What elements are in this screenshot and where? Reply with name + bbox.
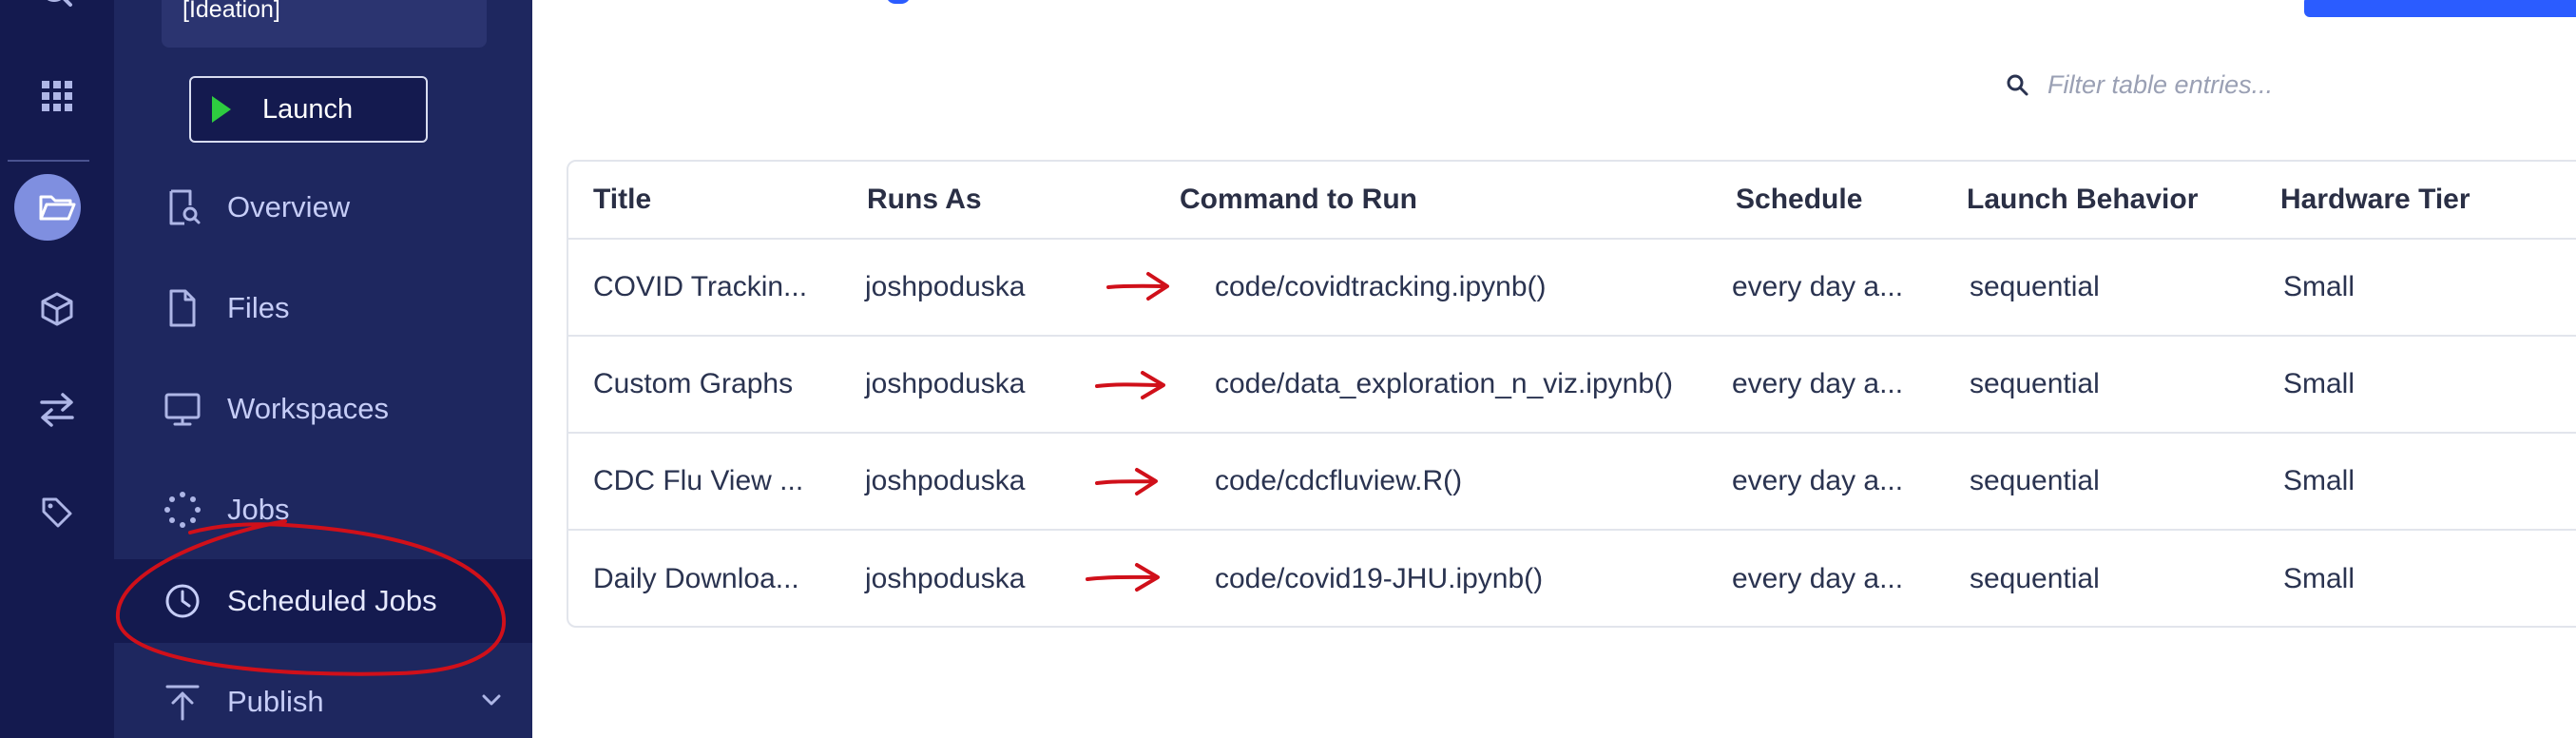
sidebar-item-label: Publish — [227, 685, 324, 718]
file-icon — [169, 289, 196, 327]
table-header-row: Title Runs As Command to Run Schedule La… — [568, 162, 2576, 240]
cell-launch-behavior: sequential — [1970, 465, 2100, 496]
sidebar-item-files[interactable]: Files — [114, 266, 532, 350]
table-row[interactable]: COVID Trackin... joshpoduska code/covidt… — [568, 240, 2576, 337]
page-title-fragment — [886, 0, 911, 4]
sidebar-item-workspaces[interactable]: Workspaces — [114, 367, 532, 451]
cell-runs-as: joshpoduska — [865, 563, 1026, 594]
cell-hardware-tier: Small — [2283, 368, 2355, 399]
cell-schedule: every day a... — [1732, 368, 1904, 399]
table-row[interactable]: Daily Downloa... joshpoduska code/covid1… — [568, 531, 2576, 628]
sidebar-item-label: Jobs — [227, 493, 290, 526]
cube-icon[interactable] — [0, 291, 114, 327]
search-icon[interactable] — [0, 0, 114, 15]
tag-icon[interactable] — [0, 496, 114, 529]
project-selector[interactable]: [Ideation] — [162, 0, 487, 48]
cell-hardware-tier: Small — [2283, 465, 2355, 496]
cell-title[interactable]: COVID Trackin... — [593, 240, 807, 335]
clock-icon — [165, 584, 200, 618]
sidebar-item-label: Workspaces — [227, 392, 389, 425]
sidebar-item-label: Files — [227, 291, 290, 324]
table-row[interactable]: Custom Graphs joshpoduska code/data_expl… — [568, 337, 2576, 434]
overview-icon — [169, 189, 201, 225]
column-header-runs-as[interactable]: Runs As — [867, 162, 982, 238]
sidebar-item-jobs[interactable]: Jobs — [114, 468, 532, 552]
sidebar-item-label: Scheduled Jobs — [227, 584, 437, 617]
column-header-title[interactable]: Title — [593, 162, 651, 238]
primary-action-button[interactable] — [2304, 0, 2576, 17]
cell-title[interactable]: Custom Graphs — [593, 337, 793, 432]
cell-launch-behavior: sequential — [1970, 368, 2100, 399]
main-content: Filter table entries... Title Runs As Co… — [532, 0, 2576, 738]
cell-hardware-tier: Small — [2283, 271, 2355, 302]
cell-hardware-tier: Small — [2283, 563, 2355, 594]
filter-input[interactable]: Filter table entries... — [2047, 70, 2273, 100]
column-header-schedule[interactable]: Schedule — [1736, 162, 1862, 238]
cell-title[interactable]: Daily Downloa... — [593, 531, 799, 628]
rail-divider — [8, 160, 89, 162]
scheduled-jobs-table: Title Runs As Command to Run Schedule La… — [567, 160, 2576, 628]
apps-grid-icon[interactable] — [0, 80, 114, 112]
cell-schedule: every day a... — [1732, 563, 1904, 594]
folder-open-icon[interactable] — [0, 192, 114, 223]
upload-icon — [165, 685, 200, 721]
sidebar-item-publish[interactable]: Publish — [114, 660, 532, 738]
transfer-arrows-icon[interactable] — [0, 392, 114, 428]
sidebar-item-overview[interactable]: Overview — [114, 165, 532, 249]
cell-runs-as: joshpoduska — [865, 271, 1026, 302]
table-row[interactable]: CDC Flu View ... joshpoduska code/cdcflu… — [568, 434, 2576, 531]
sidebar-item-label: Overview — [227, 190, 351, 223]
project-name: [Ideation] — [183, 0, 280, 23]
column-header-launch-behavior[interactable]: Launch Behavior — [1967, 162, 2198, 238]
cell-title[interactable]: CDC Flu View ... — [593, 434, 803, 529]
monitor-icon — [164, 393, 201, 426]
icon-rail — [0, 0, 114, 738]
chevron-down-icon[interactable] — [480, 689, 503, 711]
cell-launch-behavior: sequential — [1970, 563, 2100, 594]
cell-schedule: every day a... — [1732, 465, 1904, 496]
cell-command: code/covidtracking.ipynb() — [1215, 271, 1547, 302]
play-icon — [212, 96, 231, 123]
search-icon — [2007, 74, 2028, 95]
spinner-icon — [164, 492, 201, 528]
cell-runs-as: joshpoduska — [865, 465, 1026, 496]
sidebar-item-scheduled-jobs[interactable]: Scheduled Jobs — [114, 559, 532, 643]
cell-command: code/data_exploration_n_viz.ipynb() — [1215, 368, 1673, 399]
launch-button[interactable]: Launch — [189, 76, 428, 143]
column-header-hardware-tier[interactable]: Hardware Tier — [2280, 162, 2470, 238]
project-sidebar: [Ideation] Launch Overview Files Workspa… — [114, 0, 532, 738]
cell-runs-as: joshpoduska — [865, 368, 1026, 399]
cell-launch-behavior: sequential — [1970, 271, 2100, 302]
cell-command: code/covid19-JHU.ipynb() — [1215, 563, 1544, 594]
column-header-command[interactable]: Command to Run — [1180, 162, 1417, 238]
filter-box[interactable]: Filter table entries... — [2006, 70, 2273, 100]
cell-command: code/cdcfluview.R() — [1215, 465, 1463, 496]
cell-schedule: every day a... — [1732, 271, 1904, 302]
launch-label: Launch — [262, 93, 354, 125]
